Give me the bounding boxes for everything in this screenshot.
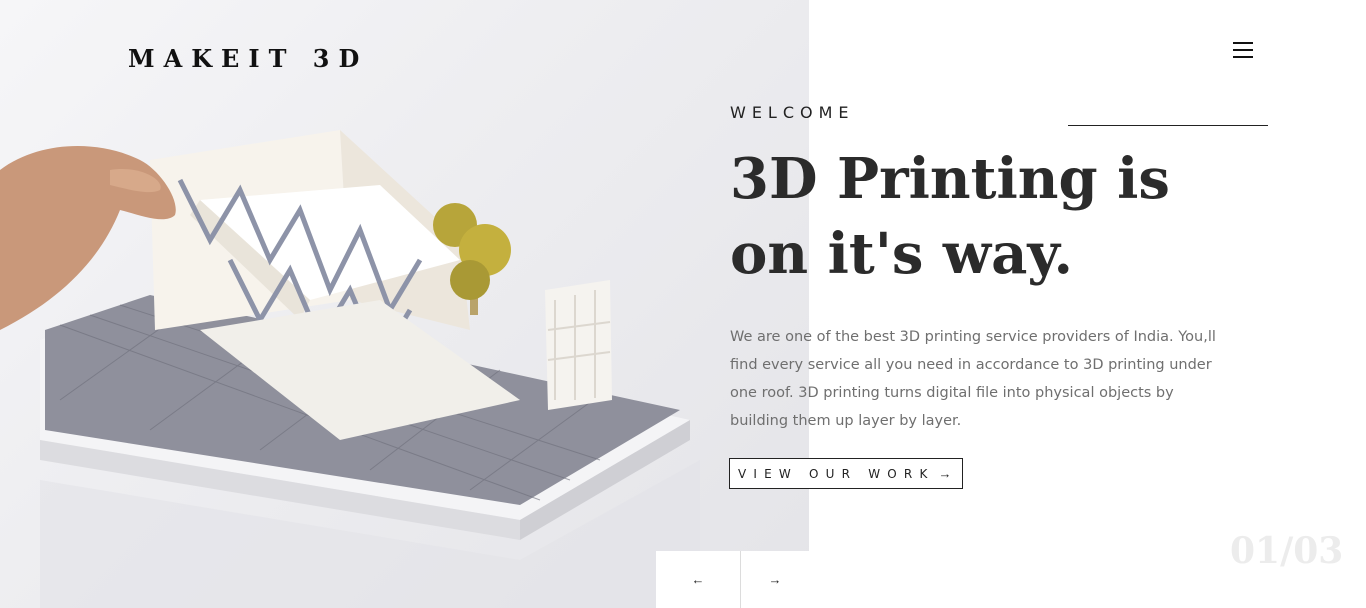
slide-counter: 01/03: [1230, 530, 1344, 572]
slider-navigation: ← →: [656, 551, 809, 608]
arrow-right-icon: →: [938, 466, 952, 481]
hero-description: We are one of the best 3D printing servi…: [730, 329, 1216, 429]
previous-slide-button[interactable]: ←: [656, 551, 741, 608]
architectural-model-illustration: [0, 130, 700, 608]
view-our-work-label: VIEW OUR WORK: [738, 466, 935, 481]
hamburger-menu-icon[interactable]: [1230, 38, 1256, 62]
hero-title-line1: 3D Printing is: [730, 146, 1170, 212]
hero-image: [0, 0, 809, 608]
hero-title: 3D Printing is on it's way.: [730, 142, 1250, 292]
arrow-right-icon: →: [768, 572, 782, 587]
decorative-divider: [1068, 125, 1268, 126]
hero-eyebrow: WELCOME: [730, 103, 855, 122]
arrow-left-icon: ←: [691, 572, 705, 587]
hero-title-line2: on it's way.: [730, 221, 1073, 287]
next-slide-button[interactable]: →: [741, 551, 809, 608]
brand-logo[interactable]: MAKEIT 3D: [128, 44, 368, 73]
view-our-work-button[interactable]: VIEW OUR WORK →: [729, 458, 963, 489]
